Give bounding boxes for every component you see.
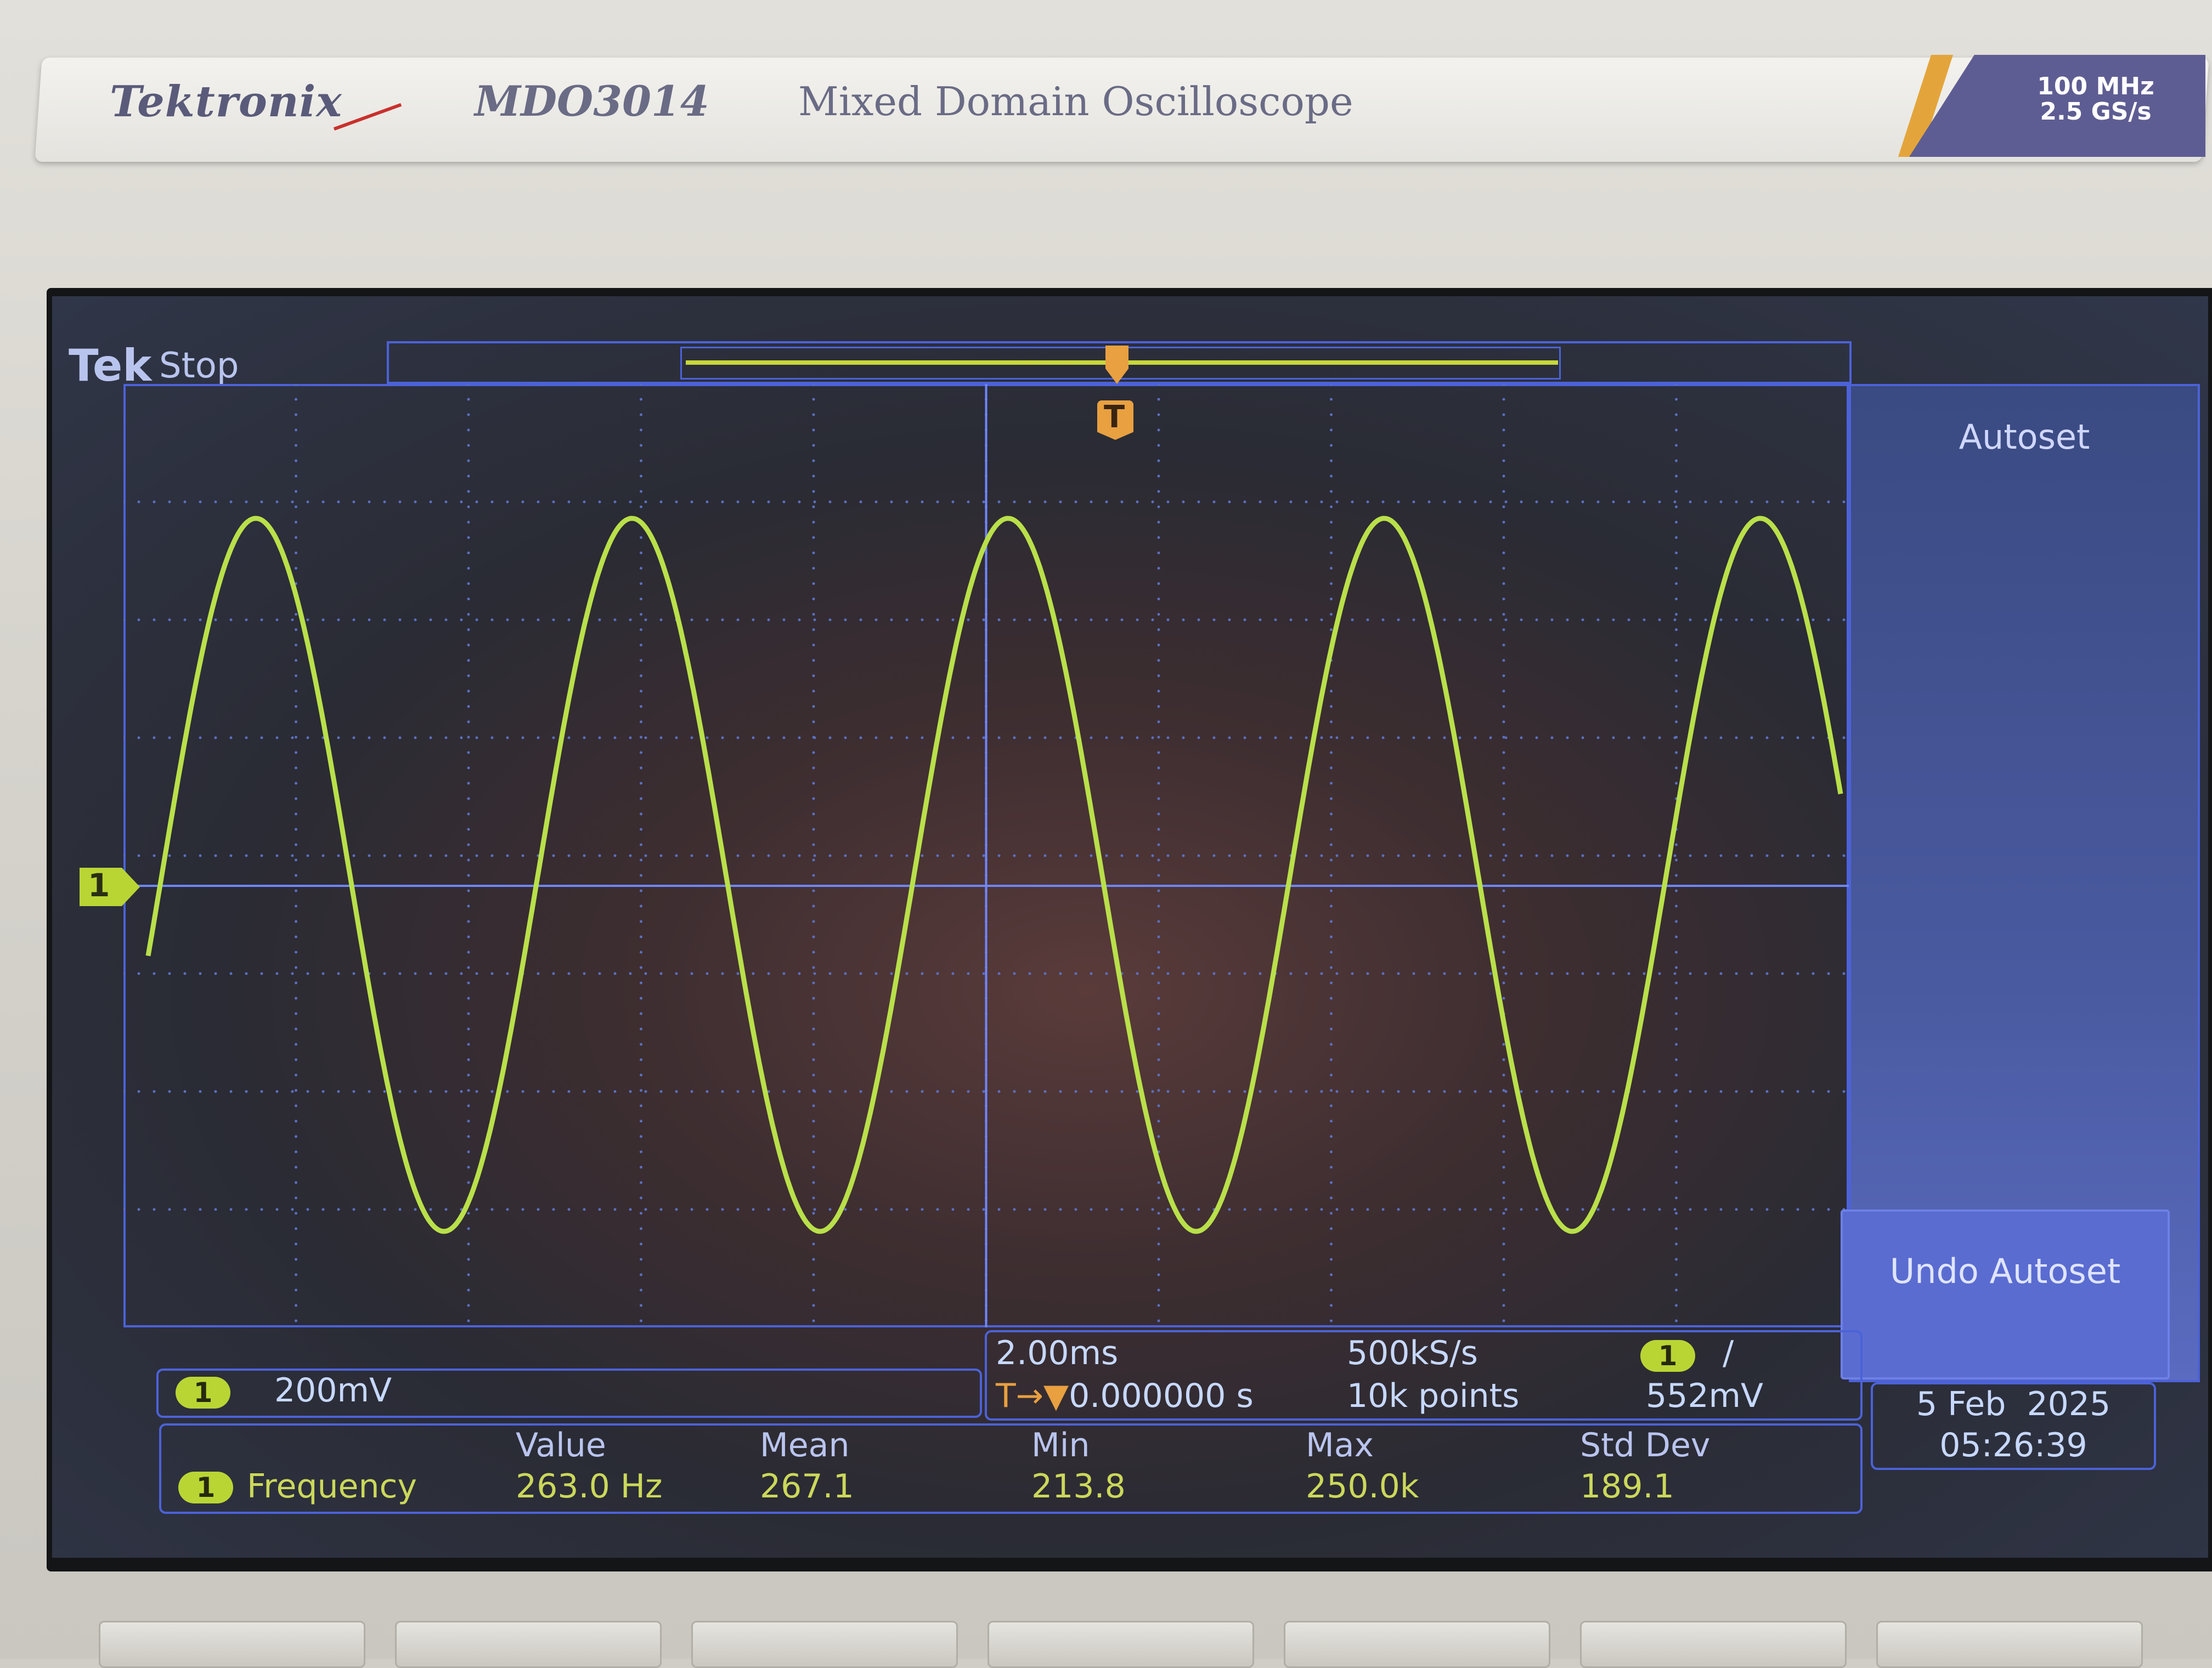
bottom-bezel-button-2[interactable] — [395, 1621, 662, 1668]
sample-rate: 500kS/s — [1347, 1334, 1478, 1372]
trigger-position-value: 0.000000 s — [1069, 1377, 1254, 1415]
channel1-ground-marker-label: 1 — [88, 867, 110, 904]
bottom-bezel-button-1[interactable] — [99, 1621, 365, 1668]
trigger-source-badge: 1 — [1640, 1340, 1695, 1372]
meas-min: 213.8 — [1031, 1467, 1126, 1506]
trigger-level: 552mV — [1646, 1377, 1764, 1415]
meas-header-mean: Mean — [760, 1426, 850, 1465]
model-description: Mixed Domain Oscilloscope — [798, 78, 1353, 125]
time-display: 05:26:39 — [1939, 1426, 2087, 1465]
meas-header-min: Min — [1031, 1426, 1090, 1465]
acquisition-state: Stop — [159, 346, 239, 386]
bottom-bezel-button-4[interactable] — [988, 1621, 1254, 1668]
model-name: MDO3014 — [475, 77, 709, 126]
bottom-bezel-button-6[interactable] — [1580, 1621, 1847, 1668]
record-length: 10k points — [1347, 1377, 1520, 1415]
waveform-display — [123, 384, 1849, 1327]
sample-rate-spec-label: 2.5 GS/s — [2040, 98, 2152, 126]
undo-autoset-label: Undo Autoset — [1889, 1251, 2121, 1291]
meas-mean: 267.1 — [760, 1467, 854, 1506]
brand-logo: Tektronix — [110, 77, 342, 127]
measurement-channel-badge: 1 — [178, 1472, 233, 1503]
horizontal-scale: 2.00ms — [996, 1334, 1119, 1372]
undo-autoset-button[interactable] — [1841, 1209, 2170, 1379]
bottom-bezel-button-5[interactable] — [1284, 1621, 1550, 1668]
trigger-position-icon: T→▼ — [996, 1377, 1069, 1415]
trigger-position-readout: T→▼0.000000 s — [996, 1377, 1254, 1415]
measurement-name: Frequency — [247, 1467, 417, 1506]
meas-header-max: Max — [1306, 1426, 1374, 1465]
side-menu-title: Autoset — [1959, 417, 2090, 457]
channel1-badge: 1 — [176, 1377, 230, 1409]
spec-badge-text: 100 MHz 2.5 GS/s — [1997, 74, 2194, 125]
bottom-bezel-button-3[interactable] — [691, 1621, 958, 1668]
graticule-grid — [123, 384, 1846, 1322]
channel1-scale: 200mV — [274, 1371, 392, 1410]
trigger-slope-icon: ∕ — [1723, 1334, 1734, 1372]
meas-header-value: Value — [516, 1426, 606, 1465]
bottom-bezel-button-7[interactable] — [1876, 1621, 2143, 1668]
meas-std-dev: 189.1 — [1580, 1467, 1674, 1506]
meas-header-std-dev: Std Dev — [1580, 1426, 1711, 1465]
bandwidth-label: 100 MHz — [2037, 72, 2154, 100]
meas-max: 250.0k — [1306, 1467, 1419, 1506]
trigger-position-marker-label: T — [1104, 399, 1125, 435]
meas-value: 263.0 Hz — [516, 1467, 663, 1506]
channel1-waveform — [145, 516, 1843, 1234]
date-display: 5 Feb 2025 — [1916, 1385, 2111, 1423]
